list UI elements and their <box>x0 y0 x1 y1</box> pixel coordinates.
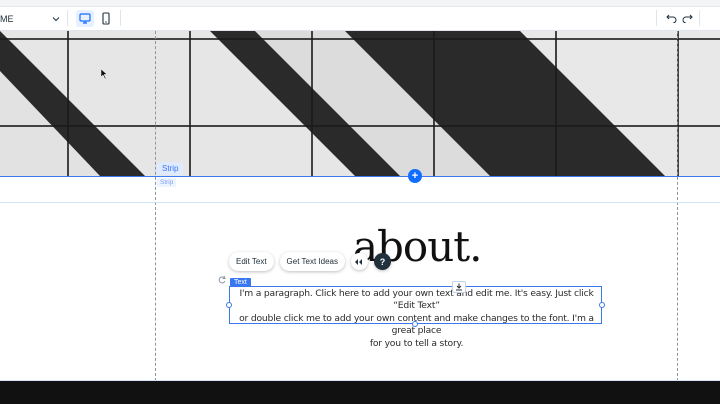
get-text-ideas-button[interactable]: Get Text Ideas <box>279 252 345 271</box>
undo-icon <box>665 14 676 23</box>
mouse-cursor-icon <box>101 69 108 79</box>
strip-selection-line <box>0 176 720 177</box>
paragraph-text-box[interactable]: I'm a paragraph. Click here to add your … <box>229 286 602 349</box>
paragraph-line: I'm a paragraph. Click here to add your … <box>239 288 594 312</box>
undo-button[interactable] <box>664 11 678 25</box>
rotate-icon[interactable] <box>217 275 227 285</box>
section-guide-line <box>0 202 720 203</box>
toolbar-divider <box>67 10 68 26</box>
page-selector[interactable]: ME <box>0 8 66 30</box>
strip-label[interactable]: Strip <box>157 162 184 175</box>
edit-text-button[interactable]: Edit Text <box>229 252 274 271</box>
stretch-handle[interactable] <box>452 281 466 293</box>
download-icon <box>456 283 462 291</box>
footer-strip[interactable] <box>0 381 720 404</box>
hero-strip-image[interactable] <box>0 31 720 176</box>
page-selector-label: ME <box>0 14 14 24</box>
add-section-button[interactable]: + <box>408 169 422 183</box>
chevron-down-icon <box>52 17 60 22</box>
help-button[interactable]: ? <box>373 253 391 270</box>
toolbar-divider <box>699 10 700 26</box>
strip-sub-label: Strip <box>157 178 177 187</box>
resize-handle-left[interactable] <box>226 302 232 308</box>
redo-icon <box>682 14 693 23</box>
resize-handle-right[interactable] <box>599 302 605 308</box>
desktop-icon <box>79 13 91 24</box>
gridline-left <box>155 31 156 381</box>
animation-icon <box>355 258 363 265</box>
editor-top-toolbar: ME <box>0 0 720 31</box>
toolbar-divider <box>656 10 657 26</box>
mobile-icon <box>102 12 110 25</box>
gridline-right <box>677 31 678 381</box>
tiled-stripes-image <box>0 31 720 176</box>
animation-button[interactable] <box>350 253 368 270</box>
desktop-view-button[interactable] <box>76 10 94 27</box>
toolbar-divider <box>120 10 121 26</box>
paragraph-line: for you to tell a story. <box>369 337 464 349</box>
toolbar-top-strip <box>0 0 720 7</box>
resize-handle-bottom[interactable] <box>412 321 418 327</box>
redo-button[interactable] <box>680 11 694 25</box>
paragraph-text: I'm a paragraph. Click here to add your … <box>230 288 603 350</box>
mobile-view-button[interactable] <box>97 10 115 27</box>
text-floating-toolbar: Edit Text Get Text Ideas ? <box>229 252 391 271</box>
